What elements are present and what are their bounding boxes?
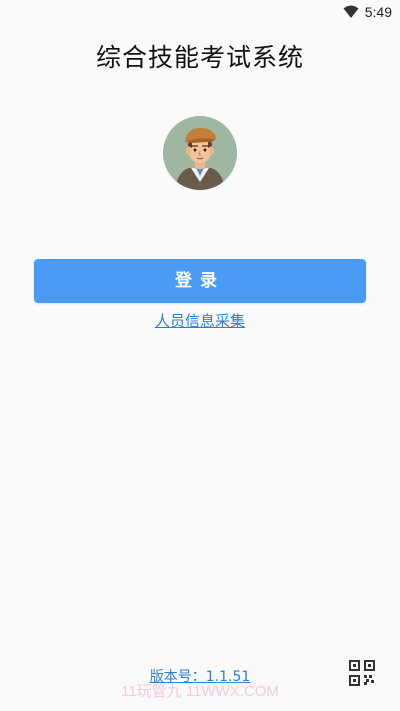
wifi-icon (343, 5, 359, 19)
login-button[interactable]: 登录 (34, 259, 366, 303)
qr-code-icon[interactable] (349, 660, 375, 686)
personnel-info-collection-link[interactable]: 人员信息采集 (0, 310, 400, 331)
avatar (163, 116, 237, 190)
status-bar: 5:49 (0, 0, 400, 24)
watermark: 11玩管九 11WWX.COM (121, 683, 279, 700)
status-icons: 5:49 (343, 3, 392, 21)
status-time: 5:49 (364, 4, 392, 20)
page-title: 综合技能考试系统 (95, 43, 304, 72)
